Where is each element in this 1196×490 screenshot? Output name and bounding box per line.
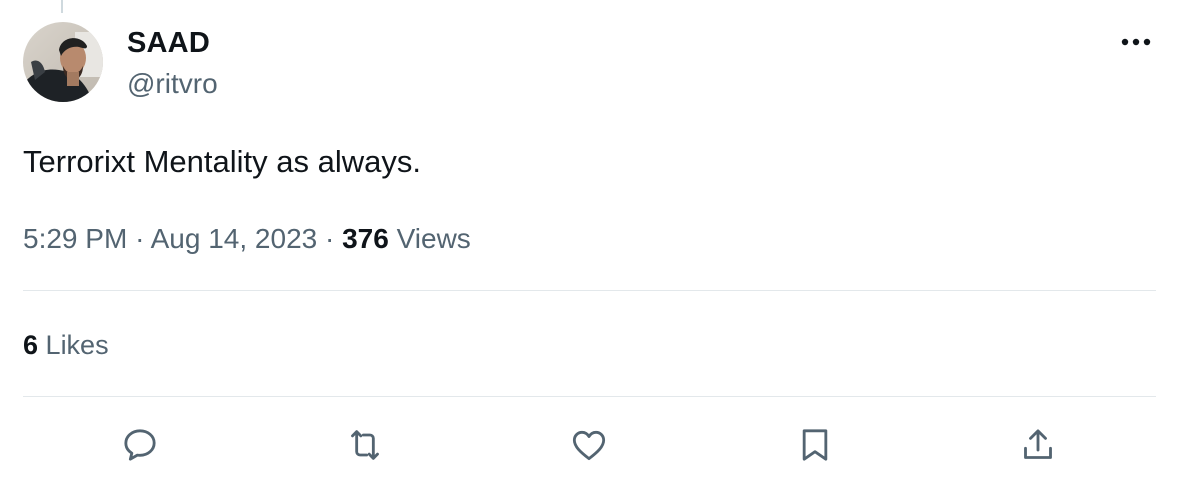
thread-connector-line [61,0,63,13]
divider [23,396,1156,397]
share-button[interactable] [1015,422,1061,468]
tweet-metadata: 5:29 PM · Aug 14, 2023 · 376 Views [23,221,471,257]
like-button[interactable] [566,422,612,468]
more-dots-icon [1121,38,1151,46]
retweet-icon [351,430,379,460]
reply-button[interactable] [117,422,163,468]
bookmark-button[interactable] [792,422,838,468]
author-handle[interactable]: @ritvro [127,67,218,101]
tweet-text: Terrorixt Mentality as always. [23,144,421,179]
reply-bubble-icon [124,429,156,461]
likes-count: 6 [23,330,39,360]
tweet-time[interactable]: 5:29 PM [23,223,127,254]
bookmark-icon [802,429,828,461]
more-options-button[interactable] [1116,28,1156,56]
share-upload-icon [1024,429,1052,459]
tweet-date[interactable]: Aug 14, 2023 [151,223,318,254]
avatar[interactable] [23,22,103,102]
likes-stat[interactable]: 6 Likes [23,328,109,362]
meta-separator: · [325,223,335,254]
likes-label: Likes [45,330,109,360]
author-display-name[interactable]: SAAD [127,26,210,60]
divider [23,290,1156,291]
meta-separator: · [135,223,145,254]
views-count: 376 [342,223,389,254]
retweet-button[interactable] [342,422,388,468]
heart-icon [572,430,606,461]
profile-photo-icon [23,22,103,102]
views-label: Views [396,223,471,254]
